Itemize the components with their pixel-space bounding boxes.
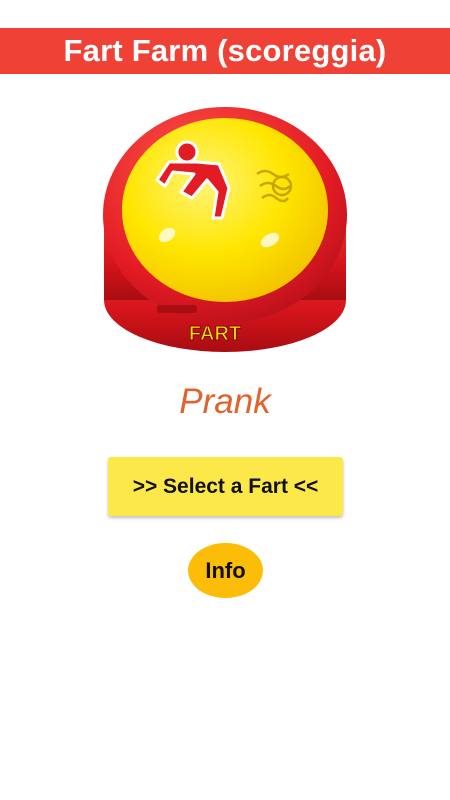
app-title-bar: Fart Farm (scoreggia): [0, 28, 450, 74]
svg-text:FART: FART: [189, 323, 241, 345]
select-fart-label: >> Select a Fart <<: [132, 474, 319, 498]
info-label: Info: [205, 557, 246, 583]
app-title: Fart Farm (scoreggia): [63, 33, 387, 68]
fart-buzzer-button[interactable]: FART: [97, 100, 353, 360]
status-bar-area: [0, 0, 450, 28]
prank-label: Prank: [179, 382, 271, 421]
fart-buzzer-icon: FART: [103, 107, 347, 352]
select-fart-button[interactable]: >> Select a Fart <<: [108, 457, 343, 516]
info-button[interactable]: Info: [188, 543, 263, 598]
